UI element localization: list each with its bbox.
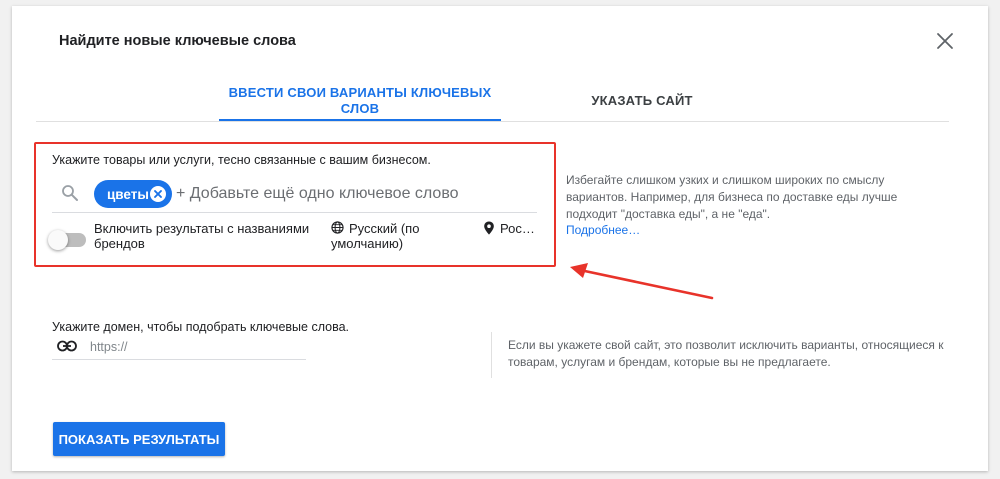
domain-input-underline: [52, 359, 306, 360]
keyword-planner-dialog: Найдите новые ключевые слова ВВЕСТИ СВОИ…: [12, 6, 988, 471]
add-keyword-input[interactable]: [176, 182, 536, 206]
location-selector[interactable]: Рос…: [500, 221, 535, 236]
language-selector[interactable]: Русский (по умолчанию): [331, 221, 441, 251]
show-results-button[interactable]: ПОКАЗАТЬ РЕЗУЛЬТАТЫ: [53, 422, 225, 456]
red-arrow-icon: [570, 263, 714, 300]
keyword-chip[interactable]: цветы: [94, 180, 172, 208]
close-icon[interactable]: [934, 30, 956, 52]
learn-more-link[interactable]: Подробнее…: [566, 223, 640, 237]
toggle-knob: [48, 230, 68, 250]
keyword-chip-label: цветы: [107, 186, 149, 202]
dialog-title: Найдите новые ключевые слова: [59, 33, 296, 49]
close-button[interactable]: [934, 30, 956, 52]
cancel-circle-icon[interactable]: [150, 186, 166, 202]
location-pin-icon: [484, 221, 494, 235]
tabs-divider: [36, 121, 949, 122]
brand-toggle-label: Включить результаты с названиями брендов: [94, 221, 310, 251]
link-icon: [57, 340, 77, 352]
vertical-divider: [491, 332, 492, 378]
keywords-prompt: Укажите товары или услуги, тесно связанн…: [52, 153, 431, 167]
keywords-hint: Избегайте слишком узких и слишком широки…: [566, 173, 898, 221]
domain-input[interactable]: [90, 337, 304, 357]
tab-specify-site[interactable]: УКАЗАТЬ САЙТ: [512, 93, 772, 109]
domain-hint: Если вы укажете свой сайт, это позволит …: [508, 338, 944, 369]
search-icon: [62, 185, 78, 201]
brand-results-toggle[interactable]: [48, 220, 88, 256]
domain-prompt: Укажите домен, чтобы подобрать ключевые …: [52, 320, 350, 334]
tab-enter-keywords[interactable]: ВВЕСТИ СВОИ ВАРИАНТЫ КЛЮЧЕВЫХ СЛОВ: [219, 85, 501, 117]
keywords-input-divider: [52, 212, 537, 213]
active-tab-indicator: [219, 119, 501, 121]
chip-remove-button[interactable]: [150, 186, 166, 202]
